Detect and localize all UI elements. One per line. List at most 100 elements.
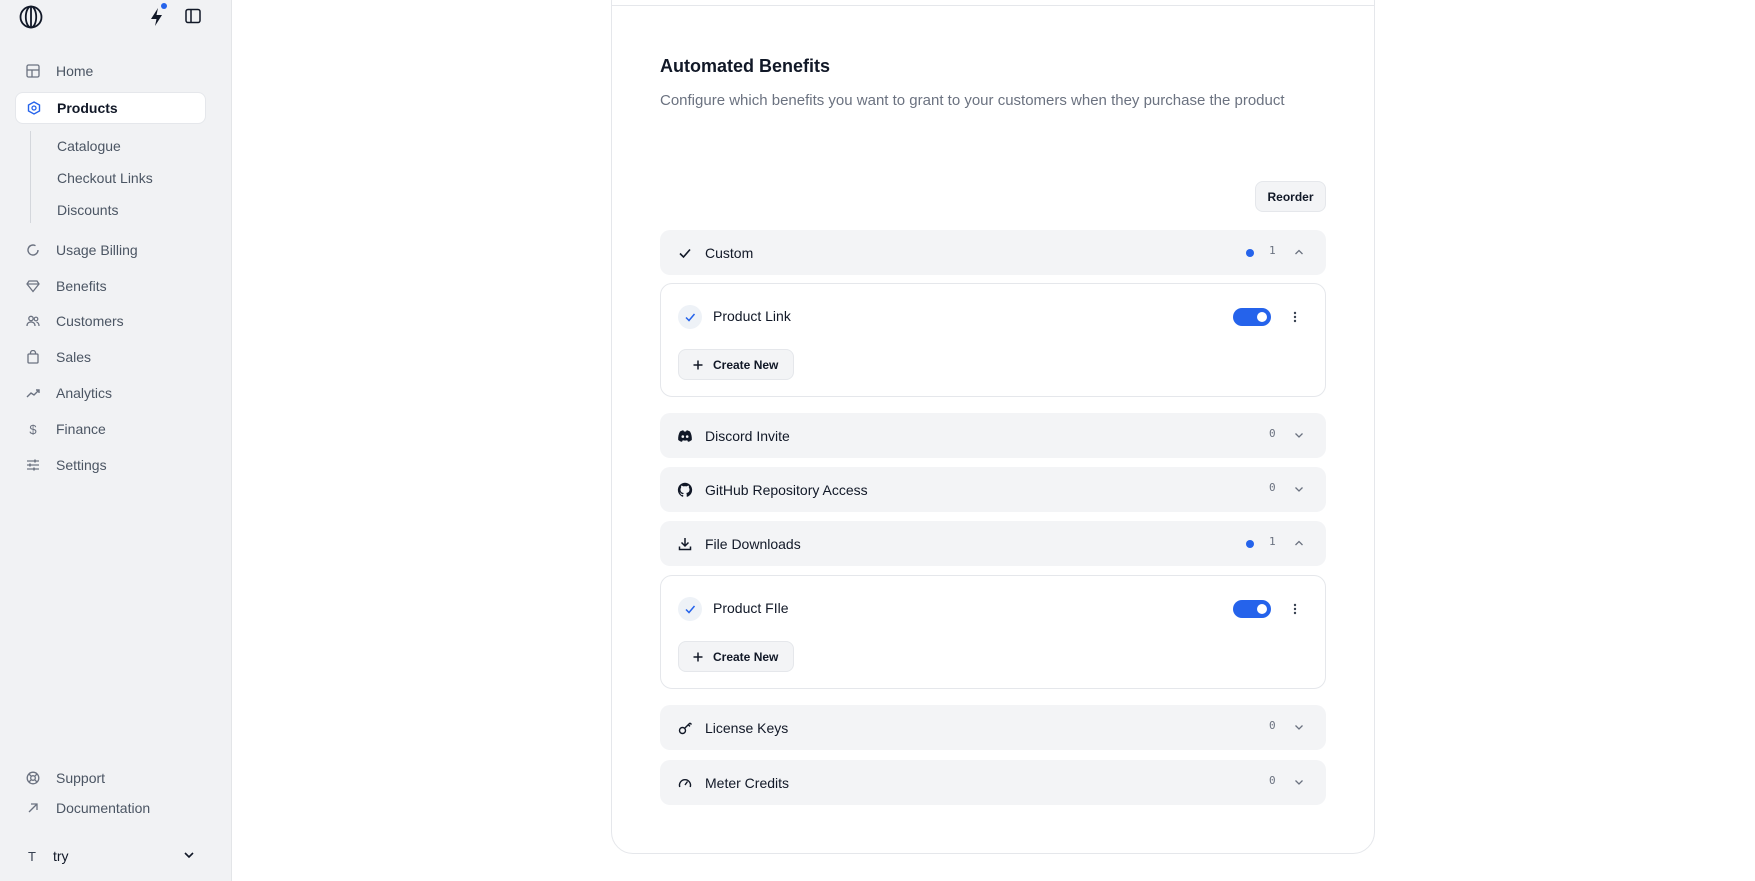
usage-billing-icon bbox=[25, 242, 41, 258]
create-new-button[interactable]: Create New bbox=[678, 349, 794, 380]
home-grid-icon bbox=[25, 63, 41, 79]
chevron-down-icon bbox=[1295, 433, 1303, 438]
benefit-group-label: GitHub Repository Access bbox=[705, 481, 868, 498]
chevron-up-icon bbox=[1295, 249, 1303, 255]
github-icon bbox=[677, 482, 693, 498]
nav-customers[interactable]: Customers bbox=[15, 305, 206, 337]
plus-icon bbox=[693, 652, 703, 661]
nav-support[interactable]: Support bbox=[15, 762, 206, 794]
nav-usage-billing[interactable]: Usage Billing bbox=[15, 234, 206, 266]
nav-settings-label: Settings bbox=[56, 457, 107, 473]
check-icon bbox=[677, 245, 693, 261]
benefit-group-custom[interactable]: Custom 1 bbox=[660, 230, 1326, 275]
more-vertical-icon[interactable] bbox=[1287, 600, 1303, 618]
products-hexagon-icon bbox=[26, 100, 42, 116]
sidebar-header bbox=[0, 0, 232, 32]
nav-support-label: Support bbox=[56, 770, 106, 786]
benefit-count: 1 bbox=[1269, 244, 1276, 257]
nav-catalogue[interactable]: Catalogue bbox=[57, 138, 121, 154]
create-new-button[interactable]: Create New bbox=[678, 641, 794, 672]
dollar-icon: $ bbox=[29, 421, 37, 437]
users-icon bbox=[25, 313, 41, 329]
benefit-item-label: Product Link bbox=[713, 308, 791, 324]
nav-documentation[interactable]: Documentation bbox=[15, 792, 206, 824]
key-icon bbox=[677, 720, 693, 736]
nav-customers-label: Customers bbox=[56, 313, 124, 329]
bolt-icon[interactable] bbox=[147, 6, 167, 28]
reorder-button[interactable]: Reorder bbox=[1255, 181, 1326, 212]
chevron-down-icon bbox=[1295, 780, 1303, 785]
more-vertical-icon[interactable] bbox=[1287, 308, 1303, 326]
nav-finance-label: Finance bbox=[56, 421, 106, 437]
benefit-group-label: File Downloads bbox=[705, 535, 801, 552]
nav-home-label: Home bbox=[56, 63, 94, 79]
benefit-toggle[interactable] bbox=[1233, 600, 1271, 618]
nav-products[interactable]: Products bbox=[15, 92, 206, 124]
benefit-item-label: Product FIle bbox=[713, 600, 789, 616]
chevron-down-icon bbox=[184, 852, 194, 859]
nav-analytics[interactable]: Analytics bbox=[15, 377, 206, 409]
benefit-group-discord[interactable]: Discord Invite 0 bbox=[660, 413, 1326, 458]
chevron-down-icon bbox=[1295, 487, 1303, 492]
benefit-group-license-keys[interactable]: License Keys 0 bbox=[660, 705, 1326, 750]
submenu-line bbox=[30, 131, 31, 223]
sidebar: Home Products Catalogue Checkout Links D… bbox=[0, 0, 232, 881]
chevron-down-icon bbox=[1295, 725, 1303, 730]
nav-sales-label: Sales bbox=[56, 349, 92, 365]
active-dot bbox=[1246, 249, 1254, 257]
org-switcher[interactable]: T try bbox=[15, 840, 206, 872]
toggle-knob bbox=[1257, 604, 1267, 614]
section-title: Automated Benefits bbox=[660, 56, 831, 76]
org-name: try bbox=[53, 848, 69, 864]
shopping-bag-icon bbox=[25, 349, 41, 365]
benefit-count: 0 bbox=[1269, 774, 1276, 787]
plus-icon bbox=[693, 360, 703, 369]
benefit-panel-file-downloads: Product FIle Create New bbox=[660, 575, 1326, 689]
external-link-arrow-icon bbox=[25, 800, 41, 816]
nav-home[interactable]: Home bbox=[15, 55, 206, 87]
nav-discounts[interactable]: Discounts bbox=[57, 202, 118, 218]
nav-usage-billing-label: Usage Billing bbox=[56, 242, 138, 258]
benefit-group-file-downloads[interactable]: File Downloads 1 bbox=[660, 521, 1326, 566]
create-new-label: Create New bbox=[713, 357, 779, 372]
benefit-count: 0 bbox=[1269, 481, 1276, 494]
trend-up-icon bbox=[25, 385, 41, 401]
benefit-group-meter-credits[interactable]: Meter Credits 0 bbox=[660, 760, 1326, 805]
sidebar-toggle-icon[interactable] bbox=[184, 7, 202, 25]
benefit-panel-custom: Product Link Create New bbox=[660, 283, 1326, 397]
toggle-knob bbox=[1257, 312, 1267, 322]
nav-benefits[interactable]: Benefits bbox=[15, 270, 206, 302]
benefit-toggle[interactable] bbox=[1233, 308, 1271, 326]
support-icon bbox=[25, 770, 41, 786]
benefit-group-github[interactable]: GitHub Repository Access 0 bbox=[660, 467, 1326, 512]
benefit-group-label: License Keys bbox=[705, 719, 789, 736]
benefit-group-label: Meter Credits bbox=[705, 774, 790, 791]
gauge-icon bbox=[677, 775, 693, 791]
diamond-icon bbox=[25, 278, 41, 294]
nav-checkout-links[interactable]: Checkout Links bbox=[57, 170, 153, 186]
download-icon bbox=[677, 536, 693, 552]
nav-finance[interactable]: $ Finance bbox=[15, 413, 206, 445]
selected-check-icon[interactable] bbox=[678, 597, 702, 621]
active-dot bbox=[1246, 540, 1254, 548]
notification-dot bbox=[161, 3, 167, 9]
card-divider bbox=[612, 5, 1374, 6]
benefit-group-label: Custom bbox=[705, 244, 754, 261]
nav-analytics-label: Analytics bbox=[56, 385, 113, 401]
section-description: Configure which benefits you want to gra… bbox=[660, 92, 1285, 109]
nav-products-label: Products bbox=[57, 100, 118, 116]
selected-check-icon[interactable] bbox=[678, 305, 702, 329]
chevron-up-icon bbox=[1295, 540, 1303, 546]
nav-sales[interactable]: Sales bbox=[15, 341, 206, 373]
benefit-count: 0 bbox=[1269, 427, 1276, 440]
nav-benefits-label: Benefits bbox=[56, 278, 107, 294]
nav-settings[interactable]: Settings bbox=[15, 449, 206, 481]
benefit-count: 1 bbox=[1269, 535, 1276, 548]
benefit-count: 0 bbox=[1269, 719, 1276, 732]
logo-icon[interactable] bbox=[19, 5, 43, 29]
nav-documentation-label: Documentation bbox=[56, 800, 151, 816]
sliders-icon bbox=[25, 457, 41, 473]
benefit-group-label: Discord Invite bbox=[705, 427, 790, 444]
create-new-label: Create New bbox=[713, 649, 779, 664]
discord-icon bbox=[677, 428, 693, 444]
